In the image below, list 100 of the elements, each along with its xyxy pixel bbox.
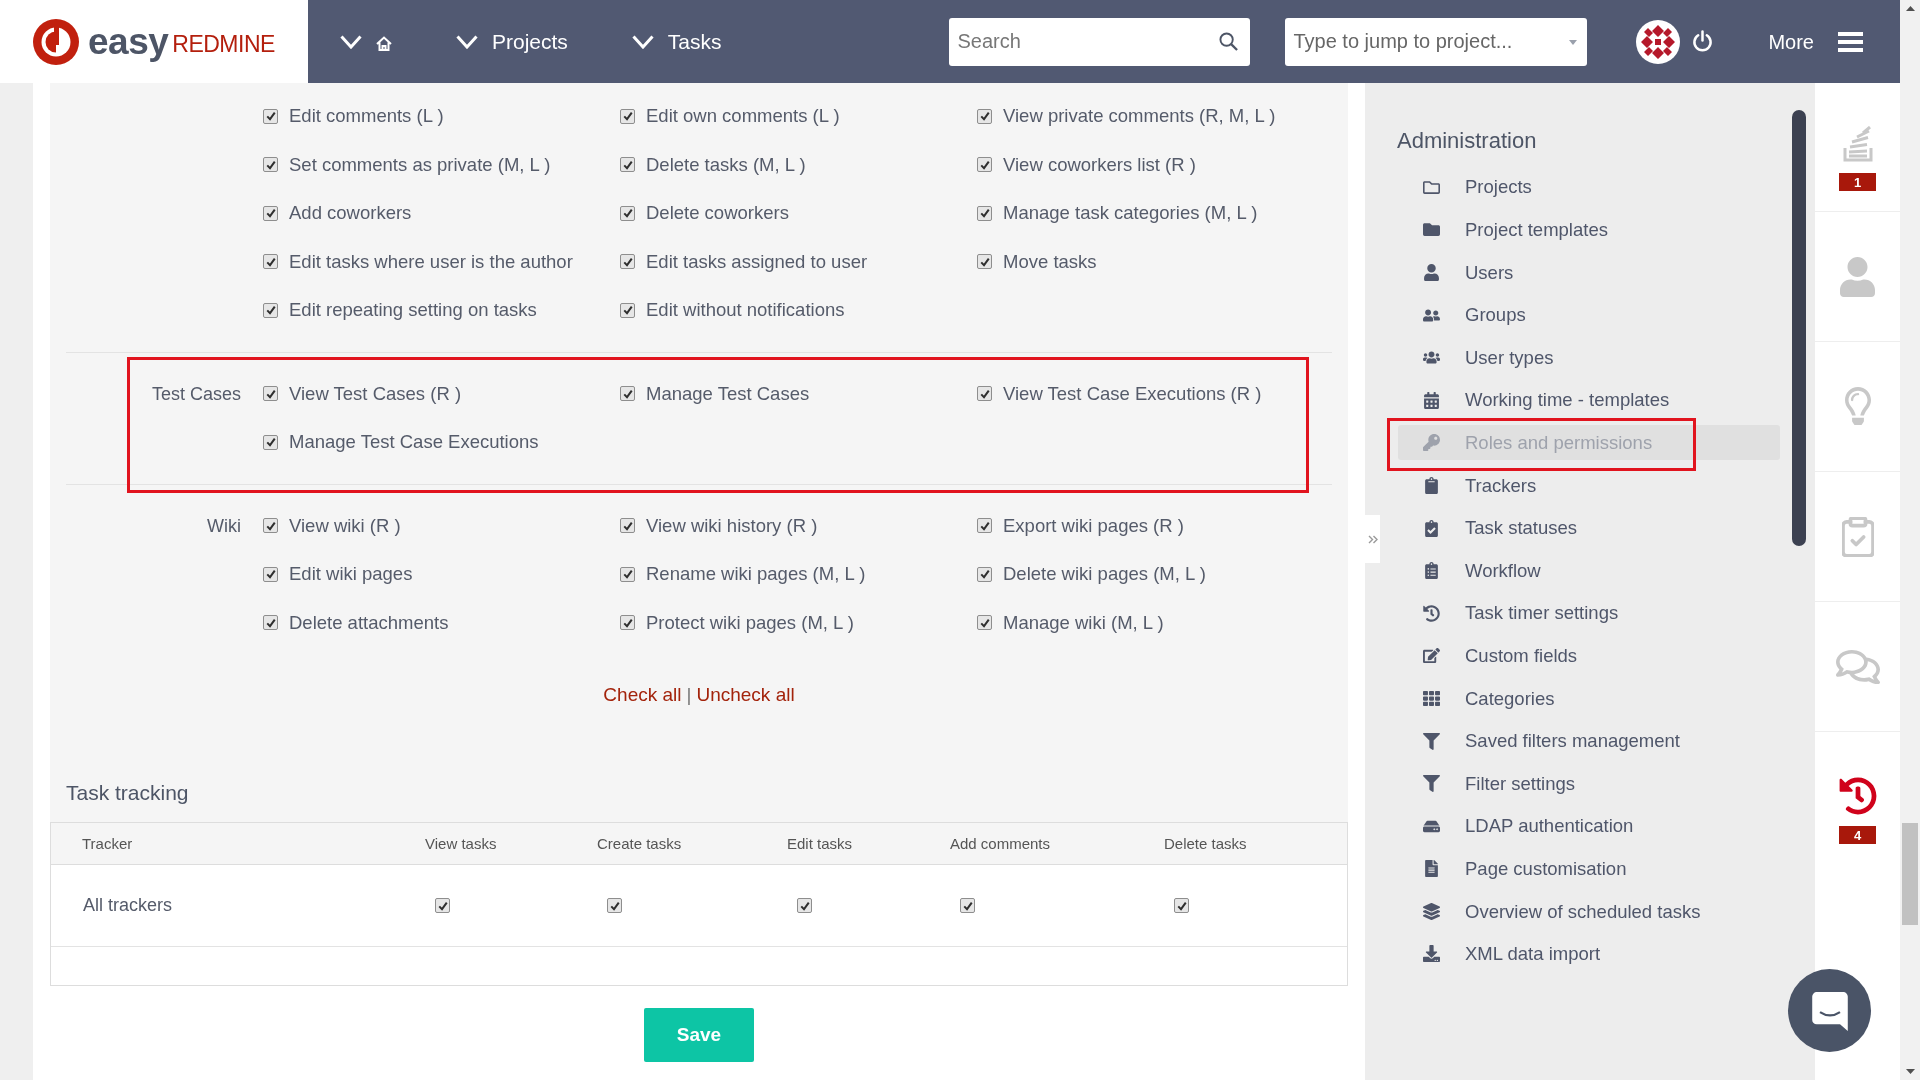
checkbox[interactable]	[977, 566, 992, 582]
permission-label: Add coworkers	[289, 202, 412, 225]
sidebar-item[interactable]: Categories	[1398, 680, 1780, 716]
sidebar-item[interactable]: Groups	[1398, 297, 1780, 333]
sidebar-item[interactable]: Page customisation	[1398, 851, 1780, 887]
search-icon[interactable]	[1219, 31, 1239, 51]
filter-icon	[1422, 775, 1440, 793]
sidebar-item[interactable]: Task timer settings	[1398, 595, 1780, 631]
checkbox[interactable]	[607, 898, 622, 913]
checkbox[interactable]	[263, 518, 278, 534]
permission-label: Edit without notifications	[646, 299, 845, 322]
permission-label: View coworkers list (R )	[1003, 153, 1196, 176]
permission-label: Edit repeating setting on tasks	[289, 299, 537, 322]
check-all-link[interactable]: Check all	[603, 683, 682, 707]
folder-icon	[1422, 178, 1440, 196]
checkbox[interactable]	[977, 205, 992, 221]
column-header: View tasks	[425, 834, 497, 852]
checkbox[interactable]	[977, 108, 992, 124]
checkbox[interactable]	[263, 302, 278, 318]
checkbox[interactable]	[620, 566, 635, 582]
key-icon	[1422, 434, 1440, 452]
checkbox[interactable]	[263, 434, 278, 450]
checkbox[interactable]	[977, 615, 992, 631]
sidebar-item[interactable]: User types	[1398, 340, 1780, 376]
permission-label: Edit tasks assigned to user	[646, 250, 868, 273]
checkbox[interactable]	[263, 205, 278, 221]
search-field[interactable]: Search	[949, 17, 1251, 66]
rail-button[interactable]: 1	[1815, 83, 1900, 212]
clipboard-icon	[1422, 476, 1440, 494]
permission-label: Export wiki pages (R )	[1003, 514, 1184, 537]
logo-subtext: REDMINE	[172, 30, 275, 58]
grid-icon	[1422, 689, 1440, 707]
chat-bubbles-icon	[1835, 647, 1880, 687]
menu-icon	[1838, 31, 1863, 52]
checkbox[interactable]	[263, 254, 278, 270]
checkbox[interactable]	[263, 386, 278, 402]
checkbox[interactable]	[1174, 898, 1189, 913]
checkbox[interactable]	[977, 518, 992, 534]
checkbox[interactable]	[620, 518, 635, 534]
download-icon	[1422, 945, 1440, 963]
checkbox[interactable]	[620, 386, 635, 402]
checkbox[interactable]	[263, 566, 278, 582]
sidebar-item[interactable]: Working time - templates	[1398, 382, 1780, 418]
checkbox[interactable]	[977, 254, 992, 270]
scrollbar-thumb[interactable]	[1902, 823, 1918, 925]
rail-button[interactable]: 4	[1815, 732, 1900, 862]
checkbox[interactable]	[977, 386, 992, 402]
sidebar-item[interactable]: Trackers	[1398, 467, 1780, 503]
logo-icon	[33, 18, 79, 65]
project-jump-field[interactable]: Type to jump to project...	[1285, 17, 1588, 66]
user-silhouette-icon	[1840, 257, 1875, 297]
sidebar-item[interactable]: Filter settings	[1398, 766, 1780, 802]
history-icon	[1838, 777, 1877, 815]
permission-label: Rename wiki pages (M, L )	[646, 563, 866, 586]
checkbox[interactable]	[620, 157, 635, 173]
folder-icon	[1422, 221, 1440, 239]
sidebar-scrollbar[interactable]	[1792, 110, 1806, 546]
permission-label: View wiki (R )	[289, 514, 401, 537]
checkbox[interactable]	[977, 157, 992, 173]
scroll-down-icon[interactable]	[1905, 1069, 1915, 1074]
permission-label: Protect wiki pages (M, L )	[646, 611, 855, 634]
checkbox[interactable]	[620, 302, 635, 318]
nav-menu-button[interactable]: Tasks	[631, 21, 722, 62]
checkbox[interactable]	[620, 615, 635, 631]
avatar-icon[interactable]	[1636, 19, 1681, 64]
scroll-up-icon[interactable]	[1905, 6, 1915, 11]
column-header: Create tasks	[597, 834, 682, 852]
logo-text: easy	[88, 21, 169, 62]
filter-icon	[1422, 732, 1440, 750]
checkbox[interactable]	[620, 205, 635, 221]
permission-label: Manage Test Cases	[646, 382, 810, 405]
sidebar-item[interactable]: Task statuses	[1398, 510, 1780, 546]
sidebar-item[interactable]: Custom fields	[1398, 638, 1780, 674]
sidebar-item[interactable]: Users	[1398, 255, 1780, 290]
column-header: Edit tasks	[787, 834, 853, 852]
checkbox[interactable]	[263, 157, 278, 173]
sidebar-item[interactable]: Overview of scheduled tasks	[1398, 893, 1780, 929]
sidebar-item[interactable]: Project templates	[1398, 212, 1780, 248]
checkbox[interactable]	[620, 108, 635, 124]
sidebar-item[interactable]: LDAP authentication	[1398, 808, 1780, 844]
nav-menu-button[interactable]: Projects	[456, 21, 568, 62]
checkbox[interactable]	[620, 254, 635, 270]
history-icon	[1422, 604, 1440, 622]
sidebar-item[interactable]: Saved filters management	[1398, 723, 1780, 759]
more-menu-button[interactable]: More	[1768, 21, 1863, 62]
sidebar-item[interactable]: Projects	[1398, 169, 1780, 205]
checkbox[interactable]	[263, 108, 278, 124]
checkbox[interactable]	[960, 898, 975, 913]
sidebar-item[interactable]: Workflow	[1398, 553, 1780, 589]
link-separator: |	[686, 683, 692, 707]
checkbox[interactable]	[435, 898, 450, 913]
checkbox[interactable]	[797, 898, 812, 913]
permission-label: Edit wiki pages	[289, 563, 413, 586]
power-icon[interactable]	[1692, 30, 1714, 53]
user-icon	[1422, 264, 1440, 281]
permission-label: View private comments (R, M, L )	[1003, 105, 1276, 128]
permission-label: View Test Cases (R )	[289, 382, 462, 405]
uncheck-all-link[interactable]: Uncheck all	[696, 683, 795, 707]
checkbox[interactable]	[263, 615, 278, 631]
sidebar-item[interactable]: XML data import	[1398, 936, 1780, 972]
